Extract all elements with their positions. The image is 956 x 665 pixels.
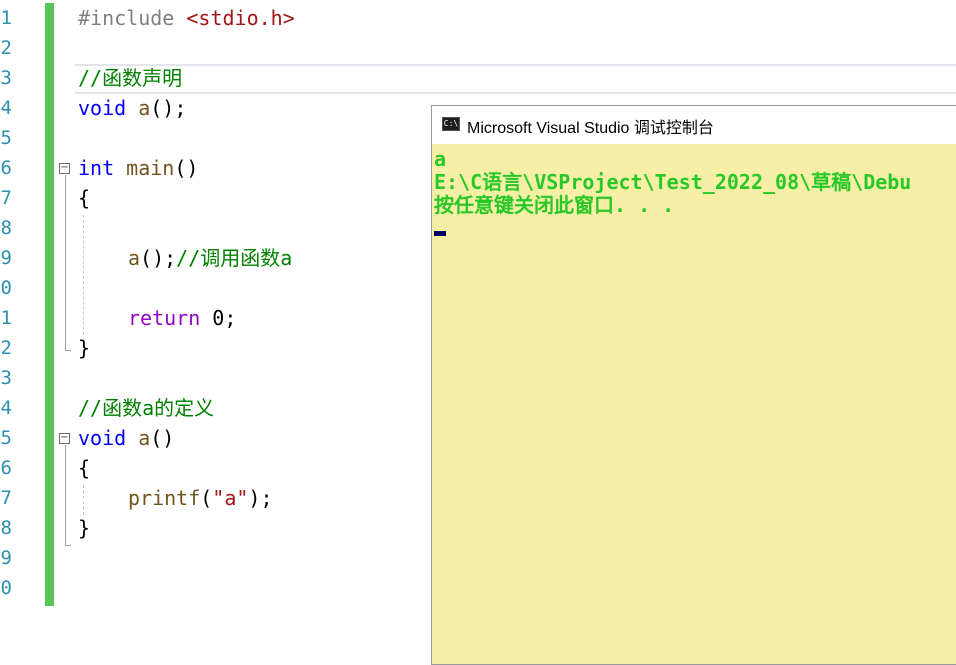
open-brace: { [78, 456, 91, 480]
line-number: 4 [0, 397, 12, 419]
punctuation: () [150, 426, 175, 450]
code-line-close-brace[interactable]: } [78, 333, 90, 363]
console-output-line: 按任意键关闭此窗口. . . [434, 193, 675, 217]
keyword: void [78, 96, 127, 120]
line-number: 4 [0, 97, 12, 119]
close-brace: } [78, 336, 91, 360]
line-number: 7 [0, 187, 12, 209]
line-number: 8 [0, 217, 12, 239]
function-name: a [138, 426, 151, 450]
code-line-return[interactable]: return 0; [128, 303, 236, 333]
punctuation: (); [140, 246, 177, 270]
code-line-comment-definition[interactable]: //函数a的定义 [78, 393, 214, 423]
debug-console-window[interactable]: C:\ Microsoft Visual Studio 调试控制台 a E:\C… [431, 105, 956, 665]
fold-end [65, 350, 71, 351]
current-line-highlight [75, 64, 956, 94]
line-number: 7 [0, 487, 12, 509]
code-line-declaration[interactable]: void a(); [78, 93, 186, 123]
fold-line [65, 445, 66, 545]
punctuation: ); [248, 486, 273, 510]
console-app-icon: C:\ [442, 117, 460, 131]
comment: //函数声明 [78, 66, 183, 90]
fold-line [65, 175, 66, 350]
function-name: main [126, 156, 175, 180]
open-brace: { [78, 186, 91, 210]
console-cursor [434, 231, 446, 236]
line-number: 5 [0, 127, 12, 149]
code-line-comment-declaration[interactable]: //函数声明 [78, 63, 182, 93]
code-line-call[interactable]: a();//调用函数a [128, 243, 292, 273]
comment: //函数a的定义 [78, 396, 215, 420]
indent-guide [83, 215, 84, 335]
code-line-close-brace[interactable]: } [78, 513, 90, 543]
collapse-main-button[interactable]: − [59, 163, 70, 174]
return-value: 0; [212, 306, 237, 330]
keyword: return [128, 306, 201, 330]
punctuation: (); [150, 96, 187, 120]
string-literal: "a" [212, 486, 249, 510]
comment: //调用函数a [176, 246, 293, 270]
preprocessor-directive: #include [78, 6, 175, 30]
function-name: a [128, 246, 141, 270]
line-number: 3 [0, 367, 12, 389]
line-number: 9 [0, 247, 12, 269]
line-number: 2 [0, 37, 12, 59]
close-brace: } [78, 516, 91, 540]
line-number: 6 [0, 457, 12, 479]
code-line-printf[interactable]: printf("a"); [128, 483, 273, 513]
line-number: 9 [0, 547, 12, 569]
fold-end [65, 545, 71, 546]
line-number: 0 [0, 277, 12, 299]
line-number: 8 [0, 517, 12, 539]
keyword: void [78, 426, 127, 450]
code-line-open-brace[interactable]: { [78, 183, 90, 213]
indent-guide [83, 485, 84, 515]
line-number: 0 [0, 577, 12, 599]
line-number: 5 [0, 427, 12, 449]
function-name: a [138, 96, 151, 120]
punctuation: () [174, 156, 199, 180]
change-indicator-bar [45, 3, 54, 606]
code-line-main-signature[interactable]: int main() [78, 153, 198, 183]
line-number: 1 [0, 7, 12, 29]
line-number: 2 [0, 337, 12, 359]
code-line-open-brace[interactable]: { [78, 453, 90, 483]
include-header: <stdio.h> [186, 6, 295, 30]
line-number: 1 [0, 307, 12, 329]
keyword: int [78, 156, 115, 180]
punctuation: ( [200, 486, 213, 510]
line-number: 3 [0, 67, 12, 89]
console-output-line: E:\C语言\VSProject\Test_2022_08\草稿\Debu [434, 170, 912, 194]
function-name: printf [128, 486, 201, 510]
code-line-include[interactable]: #include <stdio.h> [78, 3, 295, 33]
console-title: Microsoft Visual Studio 调试控制台 [467, 120, 714, 137]
console-titlebar[interactable]: C:\ Microsoft Visual Studio 调试控制台 [432, 106, 956, 144]
line-number-gutter: 1 2 3 4 5 6 7 8 9 0 1 2 3 4 5 6 7 8 9 0 [0, 0, 14, 655]
line-number: 6 [0, 157, 12, 179]
code-line-definition[interactable]: void a() [78, 423, 174, 453]
collapse-a-button[interactable]: − [59, 433, 70, 444]
console-output-line: a [434, 147, 447, 171]
